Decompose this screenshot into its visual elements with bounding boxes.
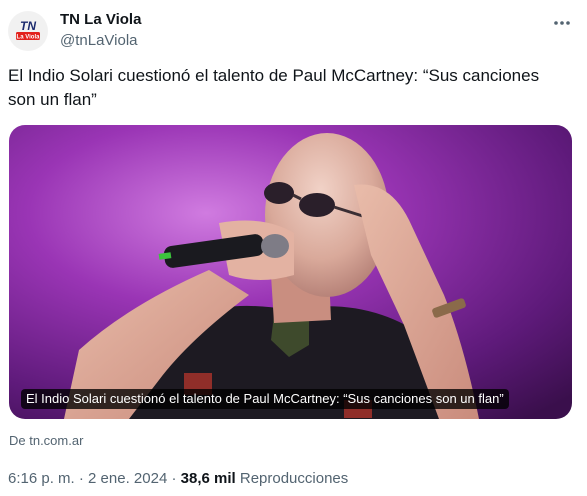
card-source-link[interactable]: De tn.com.ar [9, 433, 83, 449]
tweet-meta: 6:16 p. m. · 2 ene. 2024 · 38,6 mil Repr… [8, 470, 348, 488]
account-handle[interactable]: @tnLaViola [60, 32, 138, 50]
views-count: 38,6 mil [180, 470, 236, 487]
tweet-text: El Indio Solari cuestionó el talento de … [8, 66, 540, 109]
meta-separator: · [171, 470, 177, 487]
tweet-date[interactable]: 2 ene. 2024 [88, 470, 167, 487]
meta-separator: · [78, 470, 84, 487]
views-label: Reproducciones [239, 470, 349, 487]
tweet-time[interactable]: 6:16 p. m. [8, 470, 75, 487]
svg-text:TN: TN [20, 19, 36, 33]
card-photo [9, 125, 572, 419]
svg-text:La Viola: La Viola [17, 35, 41, 41]
link-card[interactable]: El Indio Solari cuestionó el talento de … [9, 125, 572, 419]
avatar[interactable]: TN La Viola [8, 11, 48, 51]
card-caption: El Indio Solari cuestionó el talento de … [21, 389, 509, 409]
more-horizontal-icon[interactable] [551, 12, 573, 34]
account-name[interactable]: TN La Viola [60, 11, 141, 29]
tn-la-viola-logo-icon: TN La Viola [16, 19, 41, 41]
tweet-header: TN La Viola TN La Viola @tnLaViola [8, 8, 579, 52]
